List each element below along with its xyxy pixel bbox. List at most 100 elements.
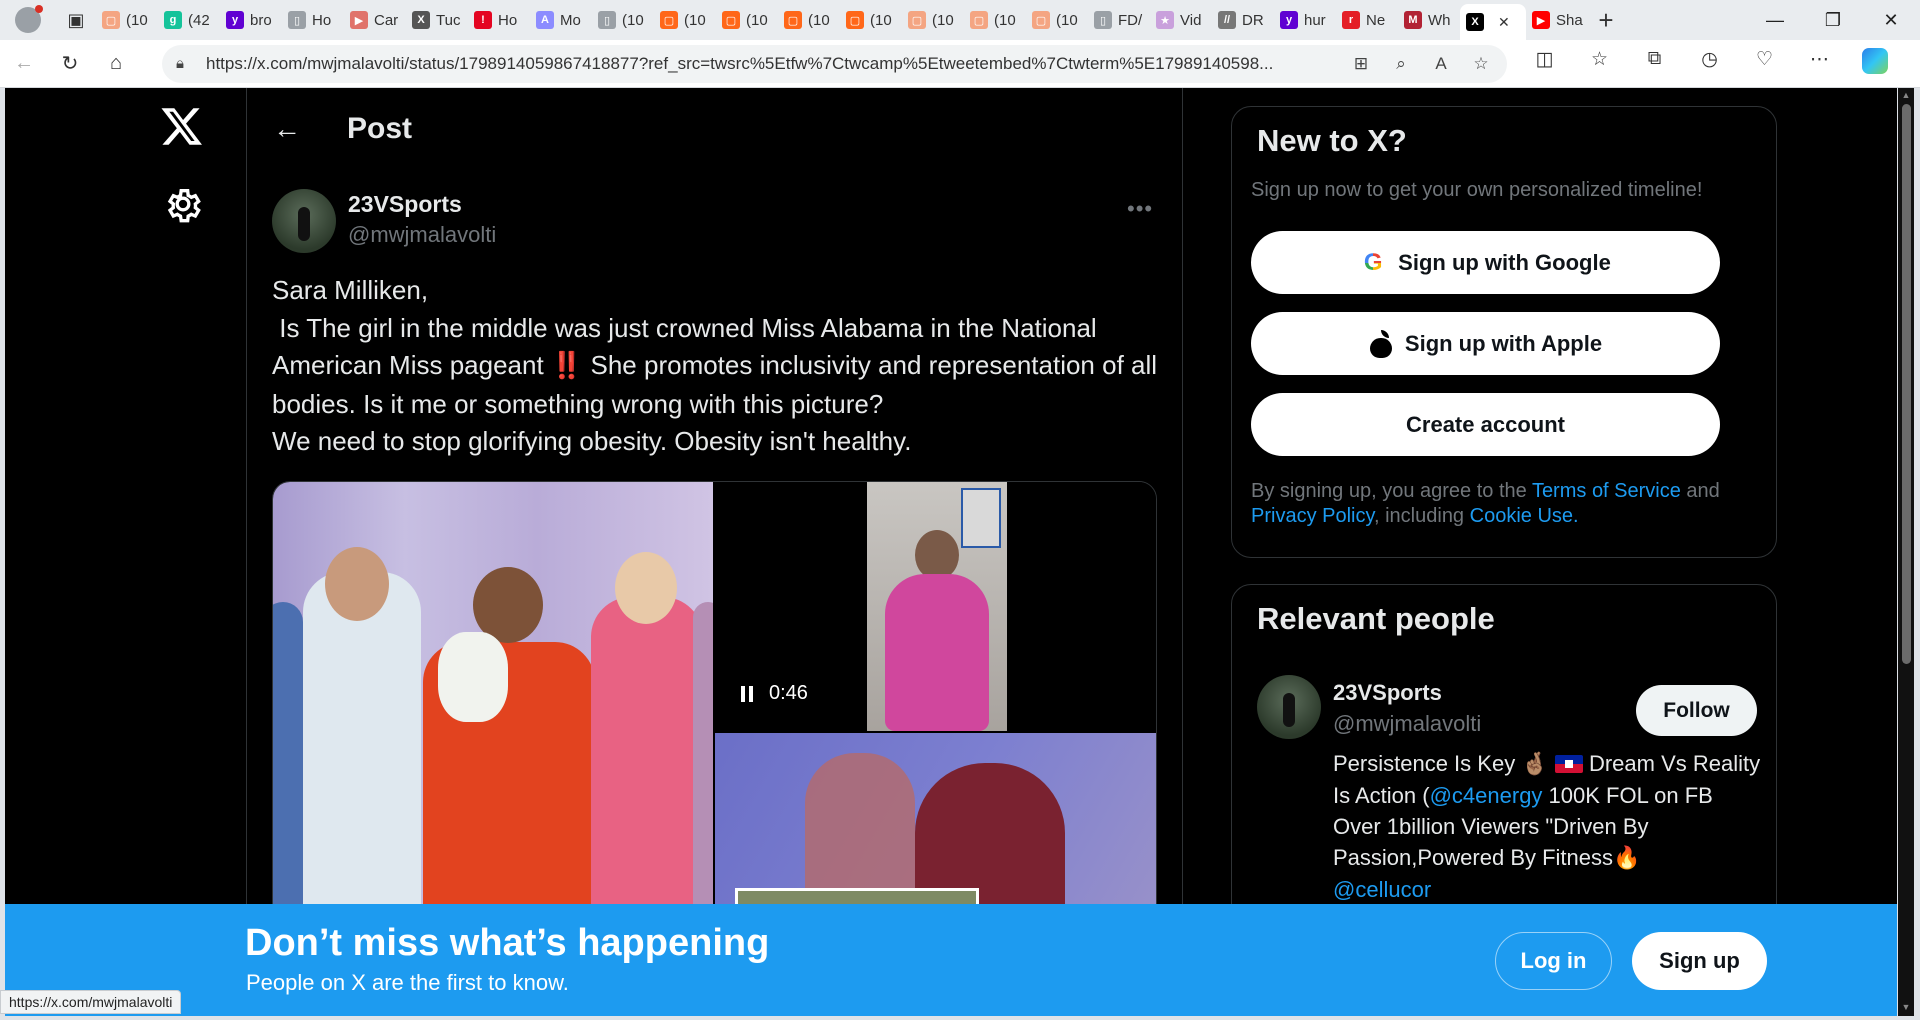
tab-favicon-icon: M (1404, 11, 1422, 29)
browser-tab[interactable]: ▢ (10 (902, 4, 964, 36)
browser-tab[interactable]: X Tuc (406, 4, 468, 36)
settings-more-icon[interactable]: ⋯ (1792, 48, 1847, 80)
main-column: ← Post 23VSports @mwjmalavolti ••• Sara … (247, 88, 1182, 941)
browser-tab[interactable]: ★ Vid (1150, 4, 1212, 36)
copilot-icon[interactable] (1847, 47, 1902, 80)
address-bar[interactable]: 🔒︎ https://x.com/mwjmalavolti/status/179… (162, 44, 1507, 83)
terms-link[interactable]: Terms of Service (1532, 480, 1681, 502)
restore-button[interactable]: ❐ (1804, 0, 1862, 40)
tab-favicon-icon: ▢ (846, 11, 864, 29)
follow-button[interactable]: Follow (1636, 685, 1757, 736)
browser-tab[interactable]: g (42 (158, 4, 220, 36)
browser-tab[interactable]: r Ne (1336, 4, 1398, 36)
new-tab-button[interactable]: + (1588, 2, 1624, 38)
signup-google-button[interactable]: G Sign up with Google (1251, 231, 1720, 294)
video-player[interactable]: 0:46 (715, 482, 1156, 731)
browser-tab[interactable]: ▶ Car (344, 4, 406, 36)
back-arrow-icon[interactable]: ← (267, 109, 307, 149)
browser-tab[interactable]: ! Ho (468, 4, 530, 36)
history-icon[interactable]: ◷ (1682, 48, 1737, 80)
pause-icon[interactable] (741, 685, 755, 702)
post-header: ← Post (247, 88, 1182, 170)
tab-favicon-icon: r (1342, 11, 1360, 29)
legal-prefix: By signing up, you agree to the (1251, 480, 1532, 502)
author-handle[interactable]: @mwjmalavolti (348, 222, 496, 248)
tweet-line: Sara Milliken, (272, 275, 429, 305)
author-avatar[interactable] (272, 189, 336, 253)
author-name[interactable]: 23VSports (348, 191, 496, 218)
settings-gear-icon[interactable] (163, 184, 203, 224)
close-window-button[interactable]: ✕ (1862, 0, 1920, 40)
browser-tab[interactable]: M Wh (1398, 4, 1460, 36)
back-button[interactable]: ← (2, 44, 46, 84)
relevant-name[interactable]: 23VSports (1333, 680, 1442, 706)
tab-favicon-icon: ! (474, 11, 492, 29)
bio-text: Persistence Is Key (1333, 751, 1522, 776)
collections-icon[interactable]: ⧉ (1627, 48, 1682, 80)
browser-tab[interactable]: ▢ (10 (840, 4, 902, 36)
tab-favicon-icon: g (164, 11, 182, 29)
tab-label: (10 (126, 11, 148, 29)
zoom-icon[interactable]: ⌕ (1383, 54, 1419, 74)
sign-up-button[interactable]: Sign up (1632, 932, 1767, 990)
url-text[interactable]: https://x.com/mwjmalavolti/status/179891… (206, 54, 1343, 74)
scroll-down-arrow-icon[interactable]: ▼ (1900, 1002, 1912, 1014)
bio-mention-link[interactable]: @cellucor (1333, 877, 1431, 902)
app-available-icon[interactable]: ⊞ (1343, 54, 1379, 74)
lock-icon[interactable]: 🔒︎ (176, 55, 206, 72)
browser-tab[interactable]: ▢ (10 (716, 4, 778, 36)
tab-favicon-icon: X (412, 11, 430, 29)
log-in-button[interactable]: Log in (1495, 932, 1612, 990)
tab-label: Vid (1180, 11, 1202, 29)
scroll-thumb[interactable] (1902, 104, 1911, 664)
x-logo-icon[interactable] (160, 104, 204, 148)
read-aloud-icon[interactable]: A (1423, 54, 1459, 74)
browser-tab[interactable]: ▶ Sha (1526, 4, 1588, 36)
browser-tab[interactable]: X ✕ (1460, 4, 1526, 40)
x-page: ← Post 23VSports @mwjmalavolti ••• Sara … (5, 88, 1897, 1016)
favorites-icon[interactable]: ☆ (1572, 48, 1627, 80)
bio-mention-link[interactable]: @c4energy (1430, 783, 1543, 808)
browser-tab[interactable]: y bro (220, 4, 282, 36)
home-button[interactable]: ⌂ (94, 44, 138, 84)
browser-tab[interactable]: A Mo (530, 4, 592, 36)
pageant-photo[interactable] (273, 482, 713, 940)
browser-tab[interactable]: ▢ (10 (1026, 4, 1088, 36)
right-divider (1182, 88, 1183, 1016)
browser-tab[interactable]: ▯ Ho (282, 4, 344, 36)
more-options-icon[interactable]: ••• (1127, 196, 1153, 222)
relevant-handle[interactable]: @mwjmalavolti (1333, 711, 1481, 737)
tab-label: DR (1242, 11, 1264, 29)
close-tab-icon[interactable]: ✕ (1498, 14, 1510, 31)
create-account-button[interactable]: Create account (1251, 393, 1720, 456)
privacy-link[interactable]: Privacy Policy (1251, 505, 1374, 527)
signup-title: New to X? (1257, 123, 1407, 158)
browser-tab[interactable]: ▢ (10 (96, 4, 158, 36)
legal-including: , including (1374, 505, 1470, 527)
browser-essentials-icon[interactable]: ♡ (1737, 48, 1792, 80)
browser-toolbar: ← ↻ ⌂ 🔒︎ https://x.com/mwjmalavolti/stat… (0, 40, 1920, 88)
browser-tab[interactable]: ▢ (10 (778, 4, 840, 36)
cookie-link[interactable]: Cookie Use. (1470, 505, 1579, 527)
page-scrollbar[interactable]: ▲ ▼ (1898, 88, 1914, 1016)
scroll-up-arrow-icon[interactable]: ▲ (1900, 90, 1912, 102)
browser-tab[interactable]: ▯ FD/ (1088, 4, 1150, 36)
favorite-star-icon[interactable]: ☆ (1463, 54, 1499, 74)
browser-tab[interactable]: ▢ (10 (964, 4, 1026, 36)
split-screen-icon[interactable]: ◫ (1517, 48, 1572, 80)
profile-button[interactable] (0, 0, 56, 40)
browser-tab[interactable]: ▢ (10 (654, 4, 716, 36)
tab-actions-icon[interactable]: ▣ (56, 0, 96, 40)
browser-tab[interactable]: // DR (1212, 4, 1274, 36)
tab-favicon-icon: ▶ (1532, 11, 1550, 29)
tab-label: hur (1304, 11, 1326, 29)
refresh-button[interactable]: ↻ (48, 44, 92, 84)
browser-tab[interactable]: y hur (1274, 4, 1336, 36)
browser-tab[interactable]: ▯ (10 (592, 4, 654, 36)
signup-card: New to X? Sign up now to get your own pe… (1231, 106, 1777, 558)
tweet-text: Sara Milliken, Is The girl in the middle… (272, 272, 1162, 461)
relevant-avatar[interactable] (1257, 675, 1321, 739)
signup-apple-button[interactable]: Sign up with Apple (1251, 312, 1720, 375)
minimize-button[interactable]: — (1746, 0, 1804, 40)
banner-headline: Don’t miss what’s happening (245, 922, 770, 964)
